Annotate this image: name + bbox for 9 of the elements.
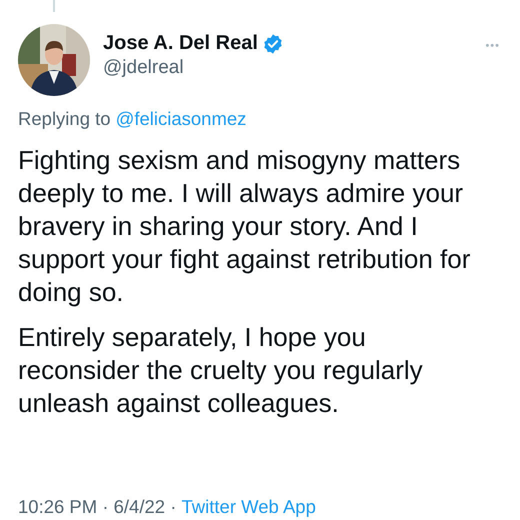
mention-link[interactable]: @feliciasonmez [116, 108, 246, 130]
display-name[interactable]: Jose A. Del Real [103, 32, 258, 55]
more-button[interactable]: ••• [483, 38, 502, 54]
user-handle[interactable]: @jdelreal [103, 57, 184, 79]
timestamp: 10:26 PM · 6/4/22 · [18, 496, 178, 518]
tweet-text: Fighting sexism and misogyny matters deeply to me. I will always admire your bravery in sharing your story. And I support your fight against retribution for doing so. [18, 144, 472, 309]
source-link[interactable]: Twitter Web App [182, 496, 316, 518]
replying-label: Replying to [18, 108, 111, 130]
tweet-text: Entirely separately, I hope you reconsider the cruelty you regularly unleash against colleagues. [18, 321, 424, 420]
